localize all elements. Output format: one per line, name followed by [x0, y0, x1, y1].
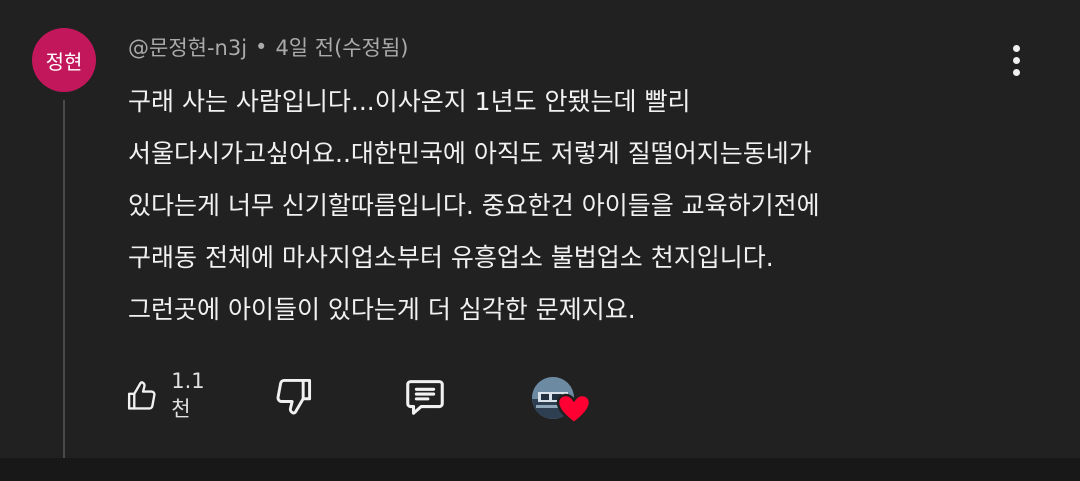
comment: 정현 @문정현-n3j • 4일 전(수정됨) 구래 사는 사람입니다...이사…: [0, 0, 1080, 481]
avatar-text: 정현: [45, 49, 83, 74]
dislike-button[interactable]: [272, 372, 316, 420]
comment-line: 있다는게 너무 신기할따름입니다. 중요한건 아이들을 교육하기전에: [128, 191, 820, 220]
comment-line: 구래동 전체에 마사지업소부터 유흥업소 불법업소 천지입니다.: [128, 243, 774, 272]
like-button[interactable]: 1.1천: [124, 369, 213, 421]
comment-line: 서울다시가고싶어요..대한민국에 아직도 저렇게 질떨어지는동네가: [128, 139, 812, 168]
thread-line: [63, 100, 65, 481]
creator-heart-badge: [532, 377, 592, 425]
more-dot: [1012, 68, 1020, 76]
separator: •: [255, 35, 268, 59]
comment-line: 구래 사는 사람입니다...이사온지 1년도 안됐는데 빨리: [128, 87, 691, 116]
timestamp[interactable]: 4일 전(수정됨): [275, 32, 408, 62]
comment-line: 그런곳에 아이들이 있다는게 더 심각한 문제지요.: [128, 295, 636, 324]
thumbs-up-icon: [127, 381, 156, 410]
reply-button[interactable]: [402, 372, 448, 420]
author-name[interactable]: @문정현-n3j: [128, 32, 247, 62]
reply-icon: [406, 380, 444, 415]
comment-body: 구래 사는 사람입니다...이사온지 1년도 안됐는데 빨리 서울다시가고싶어요…: [128, 80, 1008, 340]
heart-icon: [556, 393, 592, 425]
more-dot: [1012, 56, 1020, 64]
more-dot: [1012, 44, 1020, 52]
bottom-bar: [0, 458, 1080, 481]
comment-header: @문정현-n3j • 4일 전(수정됨): [128, 32, 408, 62]
more-vert-icon[interactable]: [1000, 40, 1032, 80]
avatar[interactable]: 정현: [32, 28, 96, 92]
thumbs-down-icon: [276, 378, 312, 415]
like-count: 1.1천: [171, 369, 205, 421]
